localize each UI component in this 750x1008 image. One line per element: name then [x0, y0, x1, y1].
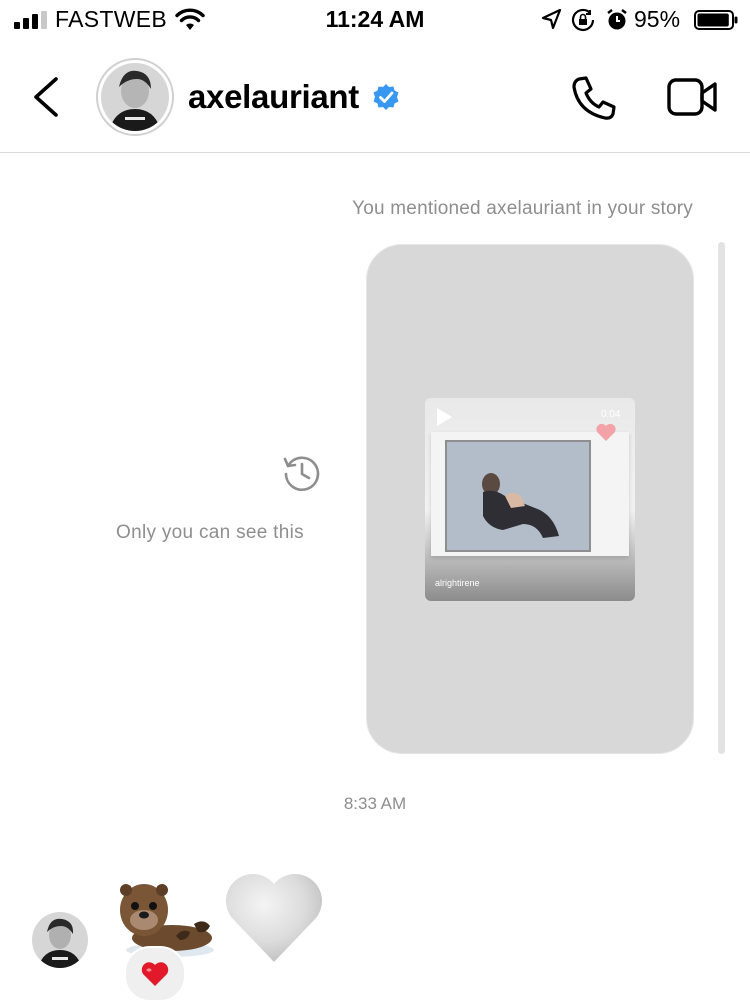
back-chevron-icon[interactable] — [30, 76, 64, 118]
white-heart-icon[interactable] — [222, 866, 326, 966]
story-mention-note: You mentioned axelauriant in your story — [352, 198, 693, 219]
scrollbar[interactable] — [718, 242, 725, 754]
verified-badge-icon — [373, 84, 399, 110]
chat-header: axelauriant — [0, 48, 750, 153]
message-timestamp: 8:33 AM — [343, 794, 407, 813]
battery-icon — [694, 10, 738, 30]
story-thumbnail: 0:04 alrightirene — [425, 398, 635, 601]
status-icons — [541, 8, 627, 32]
story-mention-card[interactable]: 0:04 alrightirene — [366, 244, 694, 754]
location-icon — [541, 8, 562, 30]
profile-avatar[interactable] — [96, 58, 174, 136]
reaction-badge[interactable] — [124, 946, 186, 1002]
history-icon — [283, 456, 320, 491]
phone-icon[interactable] — [570, 74, 618, 122]
rotation-lock-icon — [571, 8, 595, 32]
avatar-image — [101, 63, 169, 131]
alarm-icon — [607, 9, 627, 30]
play-icon — [437, 408, 452, 426]
username-title[interactable]: axelauriant — [188, 78, 359, 116]
video-camera-icon[interactable] — [666, 76, 718, 118]
story-photo — [445, 440, 591, 552]
story-author: alrightirene — [435, 578, 480, 588]
private-visibility-note: Only you can see this — [116, 522, 304, 543]
story-photo-frame — [431, 432, 629, 556]
sender-avatar[interactable] — [32, 912, 88, 968]
story-duration: 0:04 — [601, 409, 621, 420]
status-bar: FASTWEB 11:24 AM 95% — [0, 0, 750, 40]
red-heart-icon — [141, 962, 169, 986]
battery-percent: 95% — [634, 6, 681, 32]
heart-sticker-icon — [596, 423, 616, 441]
